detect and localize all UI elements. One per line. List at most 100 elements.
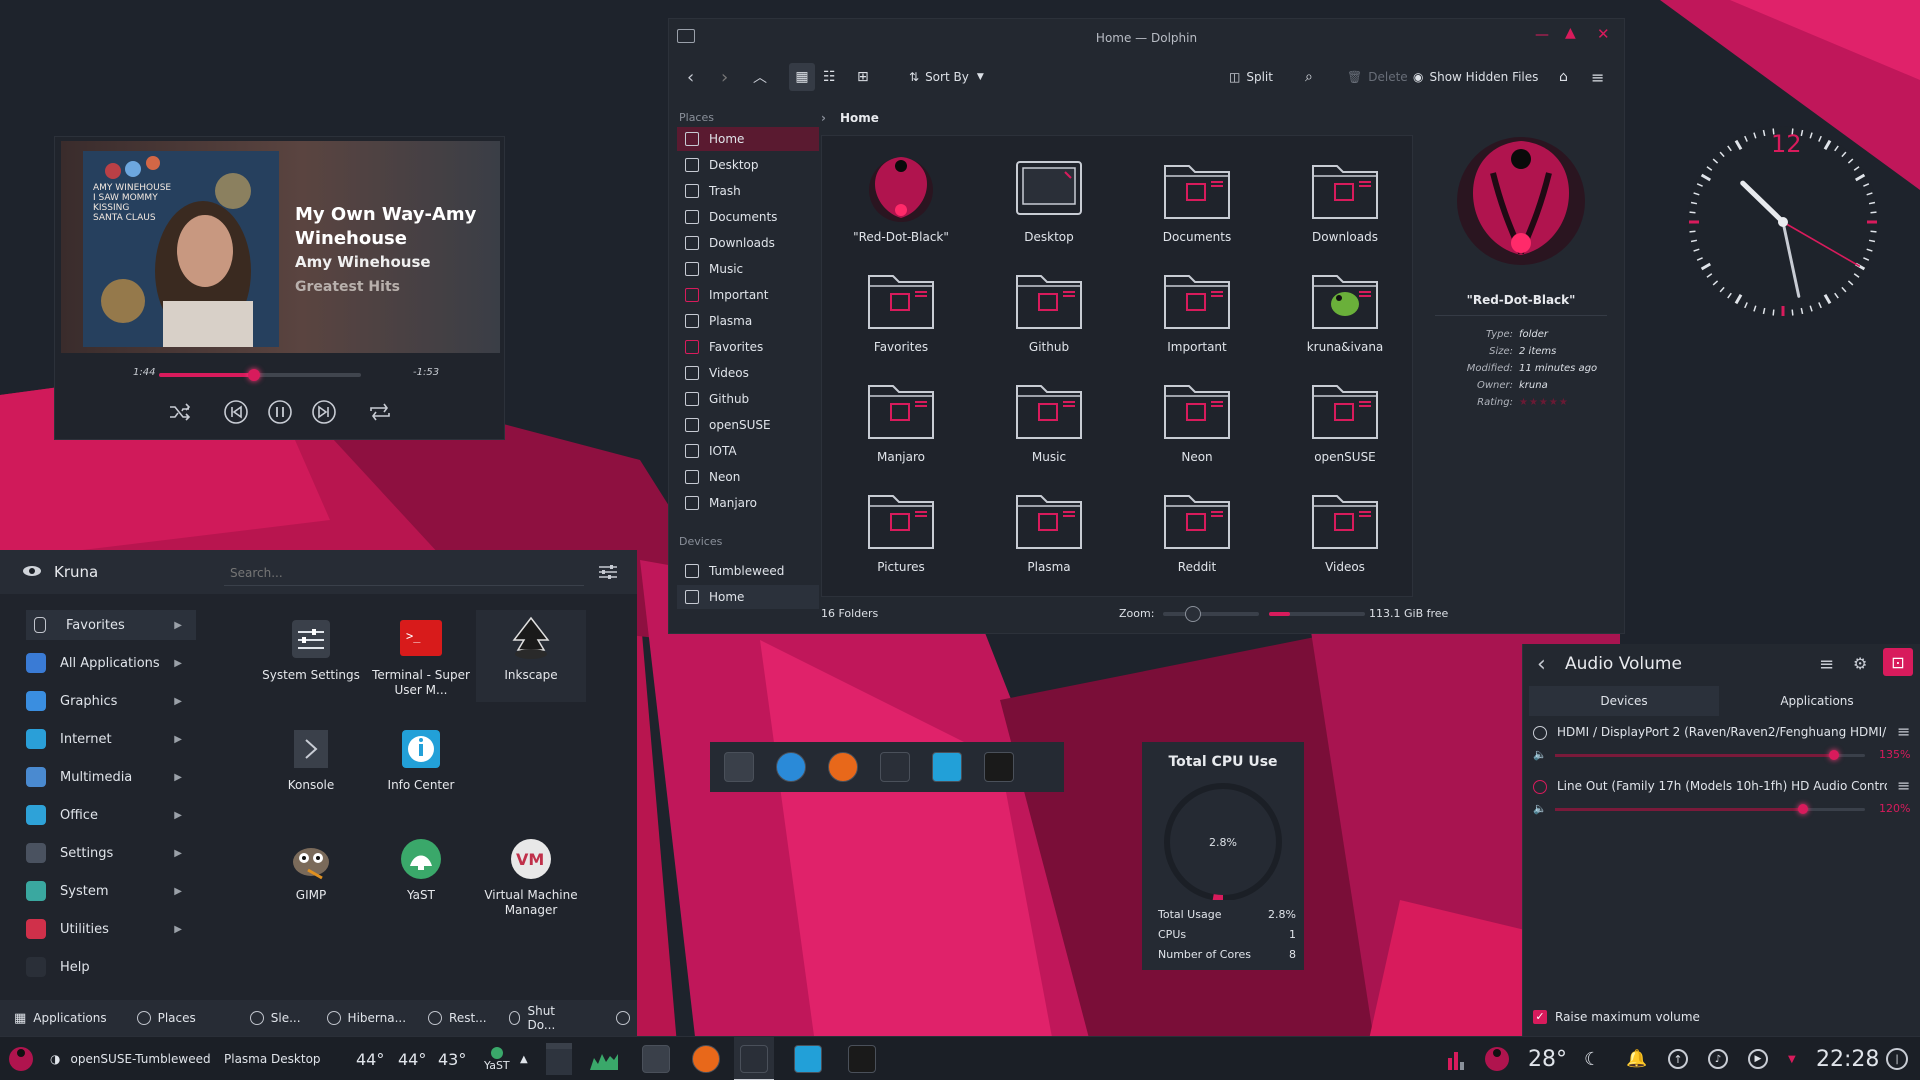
zoom-handle[interactable] (1185, 606, 1201, 622)
place-github[interactable]: Github (677, 387, 819, 411)
place-important[interactable]: Important (677, 283, 819, 307)
file-manager-icon[interactable] (880, 752, 910, 782)
app-launcher-button[interactable] (8, 1037, 34, 1080)
shuffle-icon[interactable] (167, 399, 193, 425)
file-view[interactable]: "Red-Dot-Black" Desktop Documents Downloads… (821, 135, 1413, 597)
configure-icon[interactable]: ⚙ (1853, 654, 1867, 673)
folder-item[interactable]: Documents (1132, 154, 1262, 244)
info-center-task[interactable] (788, 1037, 828, 1080)
folder-item[interactable]: Videos (1280, 484, 1410, 574)
volume-slider[interactable] (1555, 804, 1865, 814)
file-manager-task[interactable] (734, 1037, 774, 1080)
folder-item[interactable]: Reddit (1132, 484, 1262, 574)
folder-item[interactable]: Downloads (1280, 154, 1410, 244)
folder-item[interactable]: Manjaro (836, 374, 966, 464)
inkscape-task[interactable] (842, 1037, 882, 1080)
maximize-button[interactable]: ▲ (1565, 25, 1576, 41)
tab-places[interactable]: Places (136, 1011, 196, 1025)
compact-view-button[interactable]: ☷ (823, 63, 836, 91)
repeat-icon[interactable] (367, 399, 393, 425)
back-icon[interactable]: ‹ (1537, 652, 1546, 677)
category-system[interactable]: System ▶ (26, 876, 196, 906)
hibernate-button[interactable]: Hiberna... (326, 1011, 406, 1025)
place-downloads[interactable]: Downloads (677, 231, 819, 255)
place-videos[interactable]: Videos (677, 361, 819, 385)
digital-clock[interactable]: 22:28 (1816, 1037, 1879, 1080)
pause-icon[interactable] (267, 399, 293, 425)
search-button[interactable]: ⌕ (1305, 63, 1313, 91)
place-trash[interactable]: Trash (677, 179, 819, 203)
folder-item[interactable]: Neon (1132, 374, 1262, 464)
hamburger-icon[interactable]: ≡ (1897, 722, 1910, 741)
delete-button[interactable]: 🗑 Delete (1347, 63, 1408, 91)
titlebar[interactable]: Home — Dolphin — ▲ ✕ (669, 19, 1624, 55)
previous-icon[interactable] (223, 399, 249, 425)
folder-item[interactable]: openSUSE (1280, 374, 1410, 464)
folder-item[interactable]: Desktop (984, 154, 1114, 244)
restart-button[interactable]: Rest... (428, 1011, 487, 1025)
place-favorites[interactable]: Favorites (677, 335, 819, 359)
app-terminal-super-user-m[interactable]: >_ Terminal - Super User M... (366, 616, 476, 698)
folder-item[interactable]: "Red-Dot-Black" (836, 154, 966, 244)
app-info-center[interactable]: Info Center (366, 726, 476, 793)
category-internet[interactable]: Internet ▶ (26, 724, 196, 754)
place-documents[interactable]: Documents (677, 205, 819, 229)
notifications-icon[interactable]: 🔔 (1626, 1037, 1647, 1080)
icons-view-button[interactable]: ▦ (789, 63, 815, 91)
system-monitor-icon[interactable] (590, 1037, 618, 1080)
app-inkscape[interactable]: Inkscape (476, 610, 586, 702)
category-utilities[interactable]: Utilities ▶ (26, 914, 196, 944)
next-icon[interactable] (311, 399, 337, 425)
place-iota[interactable]: IOTA (677, 439, 819, 463)
category-graphics[interactable]: Graphics ▶ (26, 686, 196, 716)
raise-max-volume[interactable]: ✓ Raise maximum volume (1533, 1010, 1700, 1024)
volume-handle[interactable] (1829, 750, 1839, 760)
folder-item[interactable]: Pictures (836, 484, 966, 574)
place-neon[interactable]: Neon (677, 465, 819, 489)
system-settings-task[interactable] (636, 1037, 676, 1080)
device-tumbleweed[interactable]: Tumbleweed (677, 559, 819, 583)
place-home[interactable]: Home (677, 127, 819, 151)
volume-slider[interactable] (1555, 750, 1865, 760)
app-system-settings[interactable]: System Settings (256, 616, 366, 683)
hamburger-icon[interactable]: ≡ (1819, 654, 1834, 675)
seek-slider[interactable] (159, 369, 361, 381)
media-play-icon[interactable]: ▶ (1748, 1037, 1768, 1080)
sleep-button[interactable]: Sle... (249, 1011, 301, 1025)
place-desktop[interactable]: Desktop (677, 153, 819, 177)
category-favorites[interactable]: Favorites ▶ (26, 610, 196, 640)
menu-button[interactable]: ≡ (1591, 63, 1604, 91)
breadcrumb[interactable]: › Home (821, 111, 879, 125)
folder-item[interactable]: Favorites (836, 264, 966, 354)
category-help[interactable]: Help (26, 952, 196, 982)
folder-item[interactable]: Music (984, 374, 1114, 464)
shutdown-button[interactable]: Shut Do... (508, 1004, 576, 1032)
place-music[interactable]: Music (677, 257, 819, 281)
place-manjaro[interactable]: Manjaro (677, 491, 819, 515)
power-icon[interactable]: | (1886, 1037, 1908, 1080)
chevron-down-icon[interactable]: ▼ (1788, 1037, 1796, 1080)
weather-temp[interactable]: 28° (1528, 1037, 1567, 1080)
inkscape-icon[interactable] (984, 752, 1014, 782)
activity-switcher[interactable]: ◑ openSUSE-Tumbleweed (50, 1037, 211, 1080)
app-gimp[interactable]: GIMP (256, 836, 366, 903)
default-device-radio[interactable] (1533, 780, 1547, 794)
folder-item[interactable]: Plasma (984, 484, 1114, 574)
place-opensuse[interactable]: openSUSE (677, 413, 819, 437)
info-center-icon[interactable] (932, 752, 962, 782)
seek-handle[interactable] (247, 369, 260, 381)
volume-icon[interactable]: ♪ (1708, 1037, 1728, 1080)
minimize-button[interactable]: — (1535, 27, 1549, 43)
back-button[interactable]: ‹ (687, 63, 694, 91)
category-office[interactable]: Office ▶ (26, 800, 196, 830)
more-power-button[interactable] (616, 1011, 637, 1025)
show-hidden-files-button[interactable]: ◉ Show Hidden Files (1413, 63, 1538, 91)
chevron-up-icon[interactable]: ▲ (520, 1037, 528, 1080)
category-settings[interactable]: Settings ▶ (26, 838, 196, 868)
category-all-applications[interactable]: All Applications ▶ (26, 648, 196, 678)
app-yast[interactable]: YaST (366, 836, 476, 903)
zoom-slider[interactable] (1163, 606, 1259, 622)
app-virtual-machine-manager[interactable]: VM Virtual Machine Manager (476, 836, 586, 918)
thunderbird-icon[interactable] (776, 752, 806, 782)
up-button[interactable]: ︿ (753, 63, 767, 91)
